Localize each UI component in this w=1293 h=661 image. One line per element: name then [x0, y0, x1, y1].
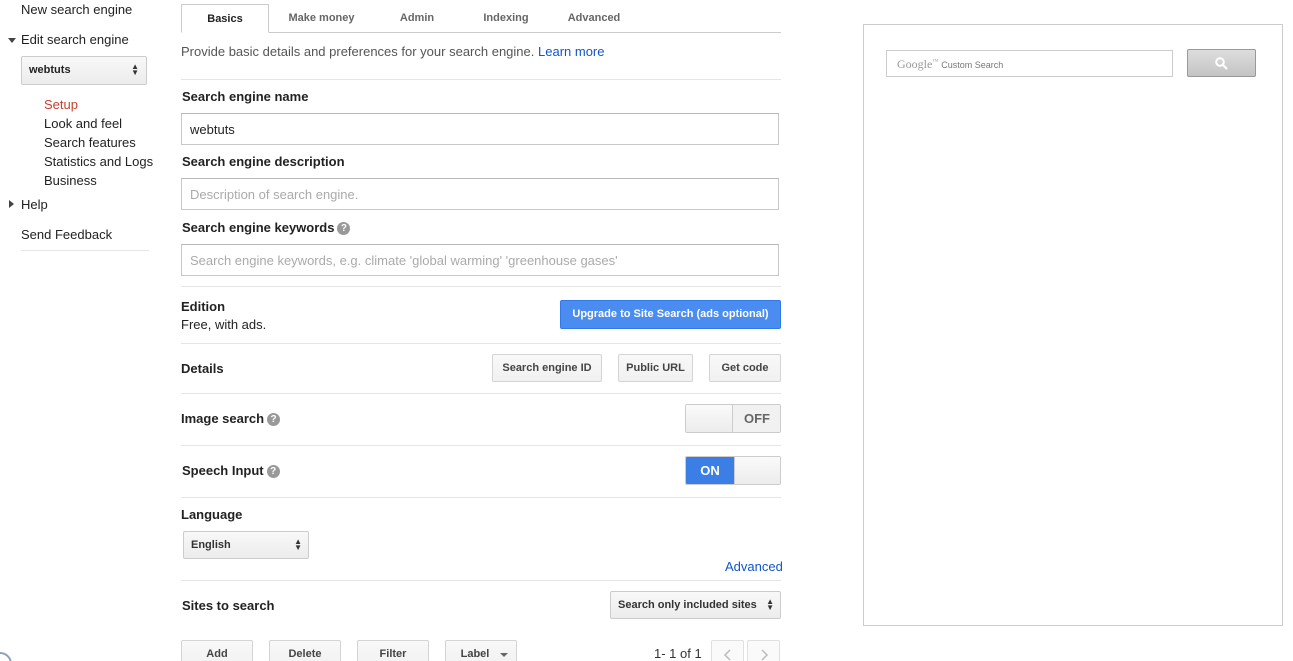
- upgrade-button[interactable]: Upgrade to Site Search (ads optional): [560, 300, 781, 329]
- divider: [181, 286, 781, 287]
- toggle-state: ON: [686, 457, 734, 484]
- image-search-label: Image search: [181, 411, 265, 426]
- sites-select-value: Search only included sites: [618, 599, 757, 611]
- advanced-link[interactable]: Advanced: [725, 559, 783, 574]
- keywords-label-row: Search engine keywords?: [182, 220, 351, 235]
- image-search-toggle[interactable]: OFF: [685, 404, 781, 433]
- tab-admin[interactable]: Admin: [389, 4, 445, 33]
- tab-indexing[interactable]: Indexing: [471, 4, 541, 33]
- custom-search-text: Custom Search: [941, 60, 1004, 70]
- divider: [181, 343, 781, 344]
- add-button[interactable]: Add: [181, 640, 253, 661]
- expand-triangle-icon[interactable]: [8, 38, 16, 43]
- language-select-value: English: [191, 539, 231, 551]
- sidebar-divider: [21, 250, 149, 251]
- divider: [181, 445, 781, 446]
- toggle-knob: [734, 457, 780, 484]
- select-arrows-icon: ▲ ▼: [131, 62, 139, 77]
- edition-value: Free, with ads.: [181, 317, 267, 332]
- public-url-button[interactable]: Public URL: [618, 354, 693, 382]
- speech-input-label: Speech Input: [182, 463, 264, 478]
- engine-description-input[interactable]: [181, 178, 779, 210]
- pager-text: 1- 1 of 1: [654, 646, 702, 661]
- label-button-text: Label: [460, 648, 490, 660]
- speech-input-toggle[interactable]: ON: [685, 456, 781, 485]
- keywords-label: Search engine keywords: [182, 220, 335, 235]
- chevron-down-icon: [500, 653, 508, 657]
- details-label: Details: [181, 361, 224, 376]
- google-logo: Google: [897, 57, 933, 71]
- corner-widget: [0, 652, 12, 661]
- engine-name-input[interactable]: [181, 113, 779, 145]
- edit-search-engine-link[interactable]: Edit search engine: [21, 32, 129, 47]
- learn-more-link[interactable]: Learn more: [538, 44, 604, 59]
- tab-make-money[interactable]: Make money: [277, 4, 366, 33]
- search-icon: [1215, 57, 1228, 70]
- description-label: Search engine description: [182, 154, 345, 169]
- sidebar-item-search-features[interactable]: Search features: [44, 135, 136, 150]
- engine-select-value: webtuts: [29, 64, 71, 76]
- divider: [181, 497, 781, 498]
- divider: [181, 393, 781, 394]
- delete-button[interactable]: Delete: [269, 640, 341, 661]
- sites-select[interactable]: Search only included sites ▲ ▼: [610, 591, 781, 619]
- search-button[interactable]: [1187, 49, 1256, 77]
- sidebar-item-statistics-and-logs[interactable]: Statistics and Logs: [44, 154, 153, 169]
- divider: [181, 580, 781, 581]
- sites-to-search-label: Sites to search: [182, 598, 275, 613]
- edition-label: Edition: [181, 299, 226, 314]
- chevron-right-icon: [761, 649, 769, 661]
- help-link[interactable]: Help: [21, 197, 48, 212]
- label-dropdown-button[interactable]: Label: [445, 640, 517, 661]
- tab-bar: Basics Make money Admin Indexing Advance…: [181, 4, 781, 33]
- image-search-label-row: Image search?: [181, 411, 281, 426]
- search-engine-id-button[interactable]: Search engine ID: [492, 354, 602, 382]
- custom-search-input[interactable]: Google™ Custom Search: [886, 50, 1173, 77]
- divider: [181, 79, 781, 80]
- help-icon[interactable]: ?: [266, 465, 280, 478]
- engine-select[interactable]: webtuts ▲ ▼: [21, 56, 147, 85]
- toggle-state: OFF: [733, 405, 780, 432]
- tab-basics[interactable]: Basics: [181, 4, 269, 33]
- chevron-left-icon: [723, 649, 731, 661]
- pager-next-button[interactable]: [747, 640, 780, 661]
- send-feedback-link[interactable]: Send Feedback: [21, 227, 112, 242]
- custom-search-brand: Google™ Custom Search: [897, 57, 1004, 71]
- intro-description: Provide basic details and preferences fo…: [181, 44, 535, 59]
- sidebar-item-setup[interactable]: Setup: [44, 97, 78, 112]
- language-select[interactable]: English ▲ ▼: [183, 531, 309, 559]
- toggle-knob: [686, 405, 733, 432]
- sidebar-item-business[interactable]: Business: [44, 173, 97, 188]
- help-icon[interactable]: ?: [267, 413, 281, 426]
- name-label: Search engine name: [182, 89, 309, 104]
- new-search-engine-link[interactable]: New search engine: [21, 2, 132, 17]
- select-arrows-icon: ▲ ▼: [766, 597, 774, 612]
- collapse-triangle-icon[interactable]: [9, 200, 14, 208]
- speech-input-label-row: Speech Input?: [182, 463, 280, 478]
- language-label: Language: [181, 507, 243, 522]
- intro-text: Provide basic details and preferences fo…: [181, 44, 604, 59]
- engine-keywords-input[interactable]: [181, 244, 779, 276]
- preview-panel: Google™ Custom Search: [863, 24, 1283, 626]
- help-icon[interactable]: ?: [337, 222, 351, 235]
- get-code-button[interactable]: Get code: [709, 354, 781, 382]
- tab-advanced[interactable]: Advanced: [561, 4, 627, 33]
- select-arrows-icon: ▲ ▼: [294, 537, 302, 552]
- filter-button[interactable]: Filter: [357, 640, 429, 661]
- pager-prev-button[interactable]: [711, 640, 744, 661]
- sidebar-item-look-and-feel[interactable]: Look and feel: [44, 116, 122, 131]
